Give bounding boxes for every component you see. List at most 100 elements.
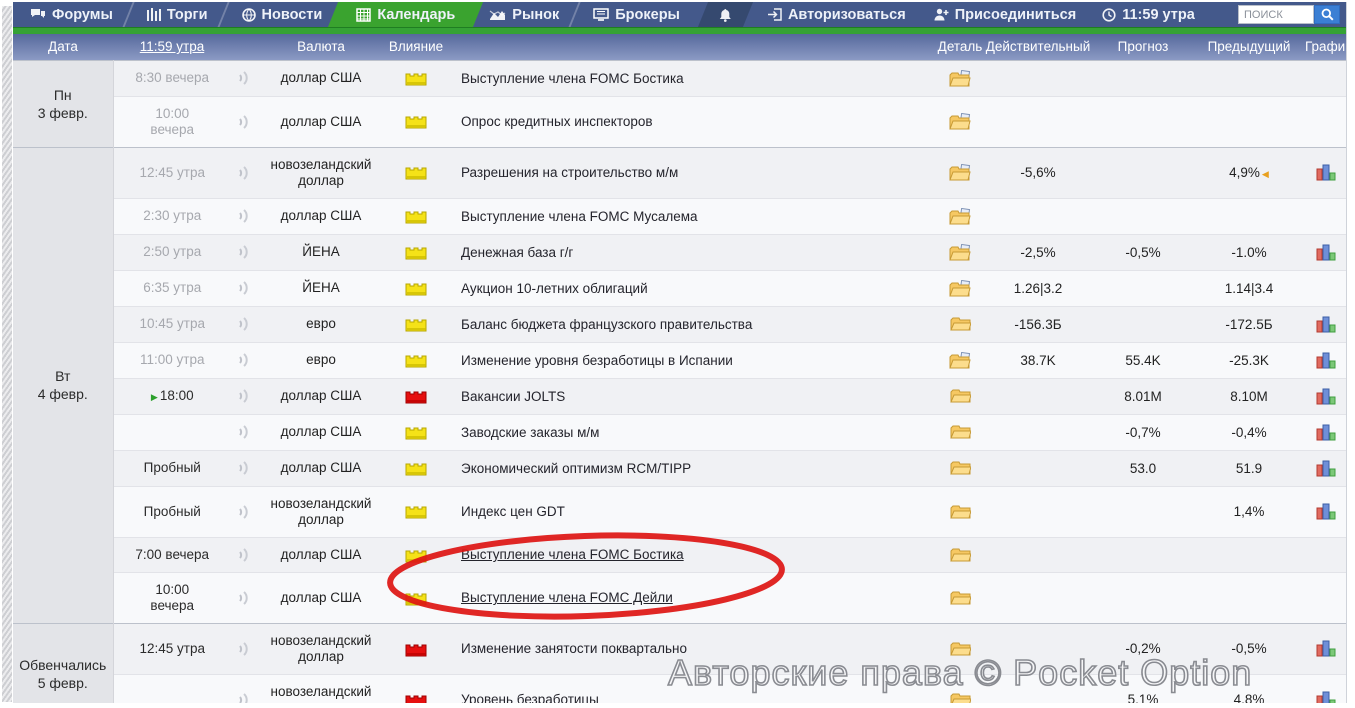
tab-market[interactable]: Рынок bbox=[472, 2, 576, 27]
detail-folder-icon[interactable] bbox=[950, 424, 971, 440]
notifications-button[interactable] bbox=[698, 2, 753, 27]
detail-cell[interactable] bbox=[937, 96, 983, 147]
detail-cell[interactable] bbox=[937, 537, 983, 572]
event-title[interactable]: Аукцион 10-летних облигаций bbox=[447, 270, 937, 306]
detail-report-icon[interactable] bbox=[949, 208, 972, 225]
event-row[interactable]: новозеландский долларУровень безработицы… bbox=[13, 674, 1347, 703]
bar-chart-icon[interactable] bbox=[1316, 424, 1337, 441]
event-row[interactable]: Пробныйдоллар СШАЭкономический оптимизм … bbox=[13, 450, 1347, 486]
detail-folder-icon[interactable] bbox=[950, 504, 971, 520]
chart-cell[interactable] bbox=[1305, 198, 1347, 234]
detail-cell[interactable] bbox=[937, 60, 983, 96]
chart-cell[interactable] bbox=[1305, 378, 1347, 414]
detail-cell[interactable] bbox=[937, 378, 983, 414]
bar-chart-icon[interactable] bbox=[1316, 316, 1337, 333]
bar-chart-icon[interactable] bbox=[1316, 164, 1337, 181]
event-title[interactable]: Опрос кредитных инспекторов bbox=[447, 96, 937, 147]
event-row[interactable]: 11:00 утраевроИзменение уровня безработи… bbox=[13, 342, 1347, 378]
detail-folder-icon[interactable] bbox=[950, 641, 971, 657]
tab-news[interactable]: Новости bbox=[225, 2, 340, 27]
detail-folder-icon[interactable] bbox=[950, 388, 971, 404]
detail-folder-icon[interactable] bbox=[950, 590, 971, 606]
detail-cell[interactable] bbox=[937, 147, 983, 198]
detail-folder-icon[interactable] bbox=[950, 460, 971, 476]
search-button[interactable] bbox=[1314, 5, 1340, 24]
event-row[interactable]: 2:30 утрадоллар СШАВыступление члена FOM… bbox=[13, 198, 1347, 234]
event-title[interactable]: Изменение уровня безработицы в Испании bbox=[447, 342, 937, 378]
event-row[interactable]: ▶18:00доллар СШАВакансии JOLTS8.01M8.10M bbox=[13, 378, 1347, 414]
event-row[interactable]: Пробныйновозеландский долларИндекс цен G… bbox=[13, 486, 1347, 537]
detail-cell[interactable] bbox=[937, 270, 983, 306]
detail-cell[interactable] bbox=[937, 306, 983, 342]
detail-folder-icon[interactable] bbox=[950, 692, 971, 703]
event-row[interactable]: 10:45 утраевроБаланс бюджета французског… bbox=[13, 306, 1347, 342]
chart-cell[interactable] bbox=[1305, 60, 1347, 96]
detail-cell[interactable] bbox=[937, 198, 983, 234]
event-title[interactable]: Изменение занятости поквартально bbox=[447, 623, 937, 674]
chart-cell[interactable] bbox=[1305, 96, 1347, 147]
event-title[interactable]: Выступление члена FOMC Бостика bbox=[447, 60, 937, 96]
join-link[interactable]: Присоединиться bbox=[920, 7, 1091, 23]
chart-cell[interactable] bbox=[1305, 306, 1347, 342]
event-title[interactable]: Заводские заказы м/м bbox=[447, 414, 937, 450]
chart-cell[interactable] bbox=[1305, 674, 1347, 703]
detail-cell[interactable] bbox=[937, 450, 983, 486]
bar-chart-icon[interactable] bbox=[1316, 503, 1337, 520]
login-link[interactable]: Авторизоваться bbox=[754, 7, 920, 23]
detail-cell[interactable] bbox=[937, 674, 983, 703]
detail-cell[interactable] bbox=[937, 342, 983, 378]
detail-cell[interactable] bbox=[937, 572, 983, 623]
chart-cell[interactable] bbox=[1305, 537, 1347, 572]
chart-cell[interactable] bbox=[1305, 623, 1347, 674]
event-row[interactable]: 7:00 вечерадоллар СШАВыступление члена F… bbox=[13, 537, 1347, 572]
bar-chart-icon[interactable] bbox=[1316, 388, 1337, 405]
event-row[interactable]: Пн 3 февр.8:30 вечерадоллар СШАВыступлен… bbox=[13, 60, 1347, 96]
detail-report-icon[interactable] bbox=[949, 352, 972, 369]
chart-cell[interactable] bbox=[1305, 270, 1347, 306]
chart-cell[interactable] bbox=[1305, 147, 1347, 198]
event-title[interactable]: Экономический оптимизм RCM/TIPP bbox=[447, 450, 937, 486]
bar-chart-icon[interactable] bbox=[1316, 460, 1337, 477]
bar-chart-icon[interactable] bbox=[1316, 691, 1337, 703]
tab-trades[interactable]: Торги bbox=[130, 2, 225, 27]
event-title[interactable]: Выступление члена FOMC Мусалема bbox=[447, 198, 937, 234]
search-input[interactable] bbox=[1238, 5, 1314, 24]
detail-report-icon[interactable] bbox=[949, 280, 972, 297]
detail-cell[interactable] bbox=[937, 486, 983, 537]
detail-report-icon[interactable] bbox=[949, 113, 972, 130]
tab-brokers[interactable]: Брокеры bbox=[576, 2, 697, 27]
event-title[interactable]: Индекс цен GDT bbox=[447, 486, 937, 537]
bar-chart-icon[interactable] bbox=[1316, 244, 1337, 261]
event-title[interactable]: Баланс бюджета французского правительств… bbox=[447, 306, 937, 342]
header-time[interactable]: 11:59 утра bbox=[113, 34, 231, 60]
event-title[interactable]: Выступление члена FOMC Дейли bbox=[447, 572, 937, 623]
event-row[interactable]: доллар СШАЗаводские заказы м/м-0,7%-0,4% bbox=[13, 414, 1347, 450]
event-row[interactable]: 6:35 утраЙЕНААукцион 10-летних облигаций… bbox=[13, 270, 1347, 306]
detail-folder-icon[interactable] bbox=[950, 316, 971, 332]
bar-chart-icon[interactable] bbox=[1316, 640, 1337, 657]
event-row[interactable]: 2:50 утраЙЕНАДенежная база г/г-2,5%-0,5%… bbox=[13, 234, 1347, 270]
chart-cell[interactable] bbox=[1305, 342, 1347, 378]
event-row[interactable]: Обвенчались 5 февр.12:45 утрановозеландс… bbox=[13, 623, 1347, 674]
event-title[interactable]: Выступление члена FOMC Бостика bbox=[447, 537, 937, 572]
detail-cell[interactable] bbox=[937, 623, 983, 674]
chart-cell[interactable] bbox=[1305, 450, 1347, 486]
event-row[interactable]: 10:00 вечерадоллар СШАВыступление члена … bbox=[13, 572, 1347, 623]
detail-folder-icon[interactable] bbox=[950, 547, 971, 563]
chart-cell[interactable] bbox=[1305, 234, 1347, 270]
event-row[interactable]: 10:00 вечерадоллар СШАОпрос кредитных ин… bbox=[13, 96, 1347, 147]
chart-cell[interactable] bbox=[1305, 414, 1347, 450]
tab-calendar[interactable]: Календарь bbox=[339, 2, 472, 27]
event-row[interactable]: Вт 4 февр.12:45 утрановозеландский долла… bbox=[13, 147, 1347, 198]
tab-forums[interactable]: Форумы bbox=[13, 2, 130, 27]
detail-report-icon[interactable] bbox=[949, 164, 972, 181]
detail-report-icon[interactable] bbox=[949, 244, 972, 261]
event-title[interactable]: Уровень безработицы bbox=[447, 674, 937, 703]
event-title[interactable]: Вакансии JOLTS bbox=[447, 378, 937, 414]
detail-report-icon[interactable] bbox=[949, 70, 972, 87]
detail-cell[interactable] bbox=[937, 234, 983, 270]
detail-cell[interactable] bbox=[937, 414, 983, 450]
bar-chart-icon[interactable] bbox=[1316, 352, 1337, 369]
chart-cell[interactable] bbox=[1305, 486, 1347, 537]
event-title[interactable]: Денежная база г/г bbox=[447, 234, 937, 270]
